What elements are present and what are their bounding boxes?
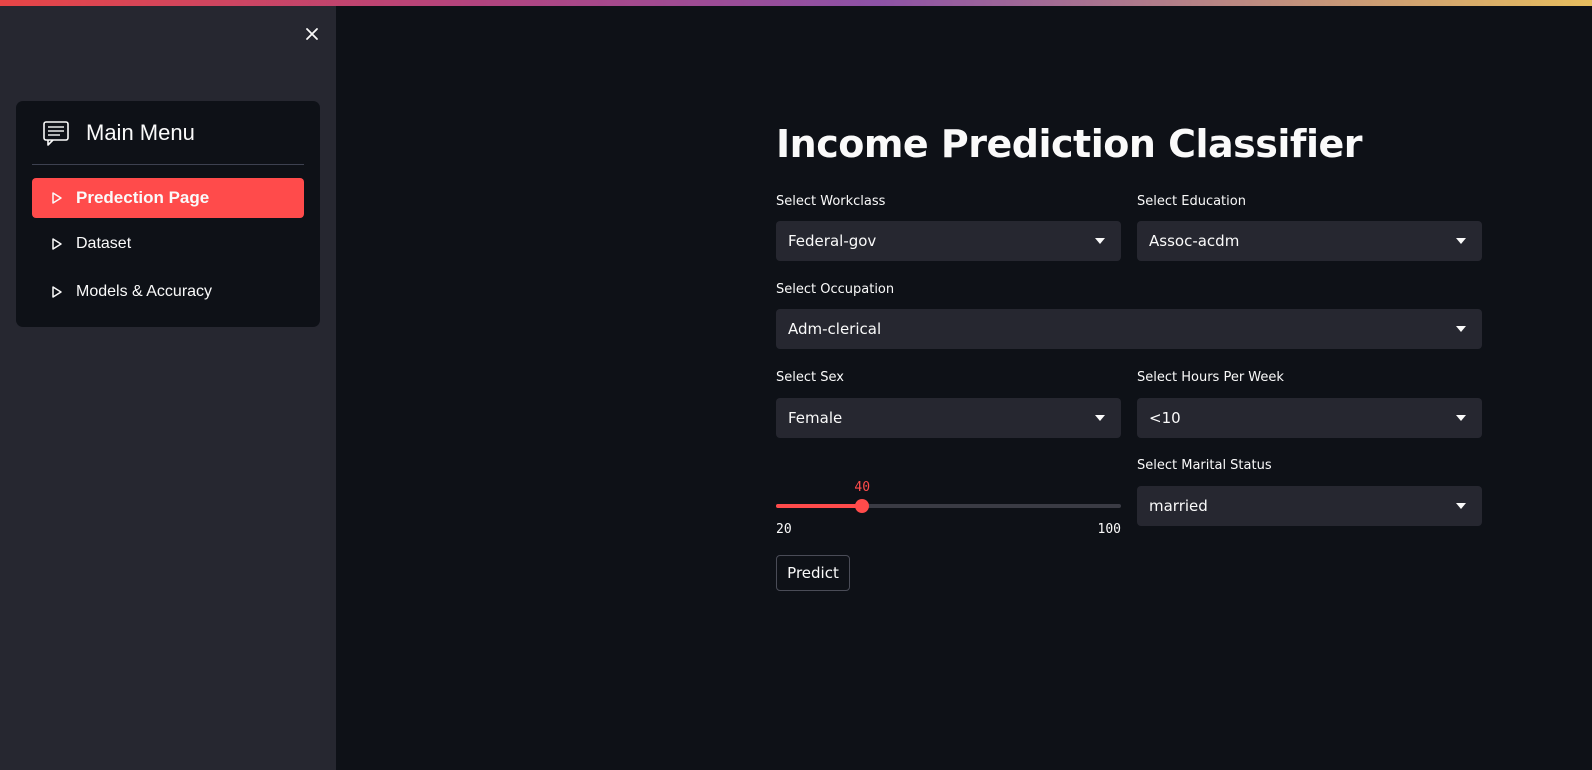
predict-button[interactable]: Predict [776, 555, 850, 591]
main-menu-title: Main Menu [86, 119, 195, 145]
education-value: Assoc-acdm [1149, 232, 1240, 250]
sex-value: Female [788, 409, 843, 427]
marital-status-label: Select Marital Status [1137, 458, 1272, 473]
menu-list-icon [43, 120, 69, 146]
close-sidebar-button[interactable] [300, 22, 324, 46]
main-menu-header: Main Menu [32, 101, 304, 165]
marital-status-select[interactable]: married [1137, 486, 1482, 526]
play-triangle-icon [52, 286, 62, 298]
hours-per-week-label: Select Hours Per Week [1137, 370, 1284, 385]
caret-down-icon [1456, 415, 1466, 421]
sidebar: Main Menu Predection Page Dataset Models… [0, 6, 336, 770]
slider-max-label: 100 [1097, 522, 1121, 537]
marital-status-value: married [1149, 497, 1208, 515]
menu-item-models-accuracy[interactable]: Models & Accuracy [32, 272, 304, 312]
menu-item-label: Dataset [76, 235, 132, 252]
hours-per-week-select[interactable]: <10 [1137, 398, 1482, 438]
occupation-label: Select Occupation [776, 282, 895, 297]
education-label: Select Education [1137, 194, 1246, 209]
education-select[interactable]: Assoc-acdm [1137, 221, 1482, 261]
caret-down-icon [1095, 238, 1105, 244]
slider-track[interactable] [776, 499, 1121, 513]
caret-down-icon [1456, 238, 1466, 244]
play-triangle-icon [52, 192, 62, 204]
caret-down-icon [1456, 326, 1466, 332]
sex-select[interactable]: Female [776, 398, 1121, 438]
main-menu: Main Menu Predection Page Dataset Models… [16, 101, 320, 327]
workclass-value: Federal-gov [788, 232, 877, 250]
slider-thumb[interactable] [855, 499, 870, 513]
workclass-select[interactable]: Federal-gov [776, 221, 1121, 261]
menu-item-dataset[interactable]: Dataset [32, 224, 304, 264]
hours-per-week-value: <10 [1149, 409, 1181, 427]
menu-item-label: Models & Accuracy [76, 283, 213, 300]
occupation-select[interactable]: Adm-clerical [776, 309, 1482, 349]
menu-item-prediction-page[interactable]: Predection Page [32, 178, 304, 218]
play-triangle-icon [52, 238, 62, 250]
close-icon [306, 28, 318, 40]
slider-current-value: 40 [854, 480, 871, 495]
caret-down-icon [1095, 415, 1105, 421]
slider-min-label: 20 [776, 522, 792, 537]
sex-label: Select Sex [776, 370, 844, 385]
caret-down-icon [1456, 503, 1466, 509]
occupation-value: Adm-clerical [788, 320, 882, 338]
workclass-label: Select Workclass [776, 194, 886, 209]
slider-fill [776, 504, 863, 508]
page-title: Income Prediction Classifier [776, 122, 1363, 166]
menu-item-label: Predection Page [76, 188, 210, 207]
